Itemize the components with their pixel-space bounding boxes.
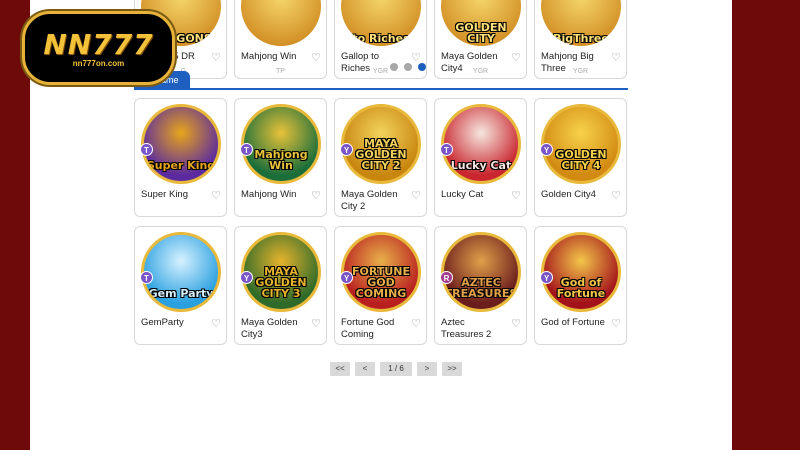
game-name: Lucky Cat [441,189,484,200]
favorite-heart-icon[interactable]: ♡ [211,317,221,330]
provider-badge-icon: Y [540,143,553,156]
carousel-dot[interactable] [404,63,412,71]
game-art-title: to Riches [352,32,410,45]
game-name: Fortune God Coming [341,317,395,340]
game-card[interactable]: MAYA GOLDEN CITY 3 Y Maya Golden City3 ♡ [234,226,327,345]
game-thumbnail[interactable]: MAYA GOLDEN CITY 3 [241,232,321,312]
game-name: Aztec Treasures 2 [441,317,492,340]
provider-label: TP [276,68,285,75]
game-name: Maya Golden City 2 [341,189,398,212]
game-thumbnail[interactable]: MAYA GOLDEN CITY 2 [341,104,421,184]
game-name: Golden City4 [541,189,596,200]
game-thumbnail[interactable]: Super King [141,104,221,184]
game-thumbnail[interactable]: God of Fortune [541,232,621,312]
provider-badge-icon: Y [340,143,353,156]
game-thumbnail[interactable]: Lucky Cat [441,104,521,184]
favorite-heart-icon[interactable]: ♡ [611,317,621,330]
last-page-button[interactable]: >> [442,362,462,376]
favorite-heart-icon[interactable]: ♡ [411,317,421,330]
prev-page-button[interactable]: < [355,362,375,376]
game-art-title: Super King [146,159,216,172]
game-card[interactable]: Mahjong Win T Mahjong Win ♡ [234,98,327,217]
favorite-heart-icon[interactable]: ♡ [511,317,521,330]
provider-badge-icon: T [240,143,253,156]
game-art-title: MAYA GOLDEN CITY 2 [355,137,407,172]
game-card[interactable]: Super King T Super King ♡ [134,98,227,217]
game-art-title: God of Fortune [556,276,606,300]
right-frame [732,0,800,450]
game-card[interactable]: God of Fortune Y God of Fortune ♡ [534,226,627,345]
game-art-title: GOLDEN CITY 4 [555,148,607,172]
brand-logo[interactable]: NN777 nn777on.com [22,11,175,85]
carousel-game-card[interactable]: GOLDEN CITY Maya Golden City4 ♡ YGR [434,0,527,79]
favorite-heart-icon[interactable]: ♡ [611,189,621,202]
game-thumbnail[interactable]: BigThree [541,0,621,46]
game-thumbnail[interactable]: GOLDEN CITY [441,0,521,46]
game-name: Maya Golden City3 [241,317,298,340]
game-thumbnail[interactable]: AZTEC TREASURES [441,232,521,312]
game-art-title: Mahjong Win [254,148,308,172]
game-art-title: AZTEC TREASURES [444,276,518,300]
favorite-heart-icon[interactable]: ♡ [211,189,221,202]
game-thumbnail[interactable] [241,0,321,46]
provider-badge-icon: Y [240,271,253,284]
favorite-heart-icon[interactable]: ♡ [511,51,521,64]
page-indicator: 1 / 6 [380,362,412,376]
game-card[interactable]: Gem Party T GemParty ♡ [134,226,227,345]
provider-badge-icon: T [140,271,153,284]
favorite-heart-icon[interactable]: ♡ [311,317,321,330]
carousel-dot[interactable] [418,63,426,71]
game-card[interactable]: MAYA GOLDEN CITY 2 Y Maya Golden City 2 … [334,98,427,217]
carousel-dot[interactable] [390,63,398,71]
game-thumbnail[interactable]: to Riches [341,0,421,46]
favorite-heart-icon[interactable]: ♡ [511,189,521,202]
favorite-heart-icon[interactable]: ♡ [311,189,321,202]
game-name: God of Fortune [541,317,605,328]
game-art-title: Gem Party [148,287,214,300]
provider-badge-icon: Y [340,271,353,284]
provider-badge-icon: R [440,271,453,284]
game-card[interactable]: GOLDEN CITY 4 Y Golden City4 ♡ [534,98,627,217]
provider-badge-icon: T [440,143,453,156]
game-thumbnail[interactable]: FORTUNE GOD COMING [341,232,421,312]
game-card[interactable]: FORTUNE GOD COMING Y Fortune God Coming … [334,226,427,345]
favorite-heart-icon[interactable]: ♡ [411,189,421,202]
carousel-game-card[interactable]: BigThree Mahjong Big Three ♡ YGR [534,0,627,79]
game-art-title: FORTUNE GOD COMING [352,265,410,300]
game-art-title: MAYA GOLDEN CITY 3 [255,265,307,300]
carousel-dots [390,63,426,71]
game-card[interactable]: Lucky Cat T Lucky Cat ♡ [434,98,527,217]
logo-subtext: nn777on.com [72,59,125,68]
favorite-heart-icon[interactable]: ♡ [611,51,621,64]
game-art-title: GOLDEN CITY [455,21,507,45]
favorite-heart-icon[interactable]: ♡ [311,51,321,64]
game-thumbnail[interactable]: GOLDEN CITY 4 [541,104,621,184]
first-page-button[interactable]: << [330,362,350,376]
game-art-title: Lucky Cat [450,159,512,172]
game-name: Super King [141,189,189,200]
favorite-heart-icon[interactable]: ♡ [211,51,221,64]
game-thumbnail[interactable]: Mahjong Win [241,104,321,184]
pagination: << < 1 / 6 > >> [330,362,462,376]
game-art-title: BigThree [553,32,609,45]
game-card[interactable]: AZTEC TREASURES R Aztec Treasures 2 ♡ [434,226,527,345]
logo-text: NN777 [43,28,154,61]
carousel-game-card[interactable]: Mahjong Win ♡ TP [234,0,327,79]
provider-label: YGR [572,68,589,75]
game-name: GemParty [141,317,184,328]
provider-badge-icon: T [140,143,153,156]
game-thumbnail[interactable]: Gem Party [141,232,221,312]
provider-badge-icon: Y [540,271,553,284]
game-name: Mahjong Win [241,189,297,200]
provider-label: YGR [472,68,489,75]
game-name: Mahjong Win [241,51,297,62]
section-divider [134,88,628,90]
next-page-button[interactable]: > [417,362,437,376]
